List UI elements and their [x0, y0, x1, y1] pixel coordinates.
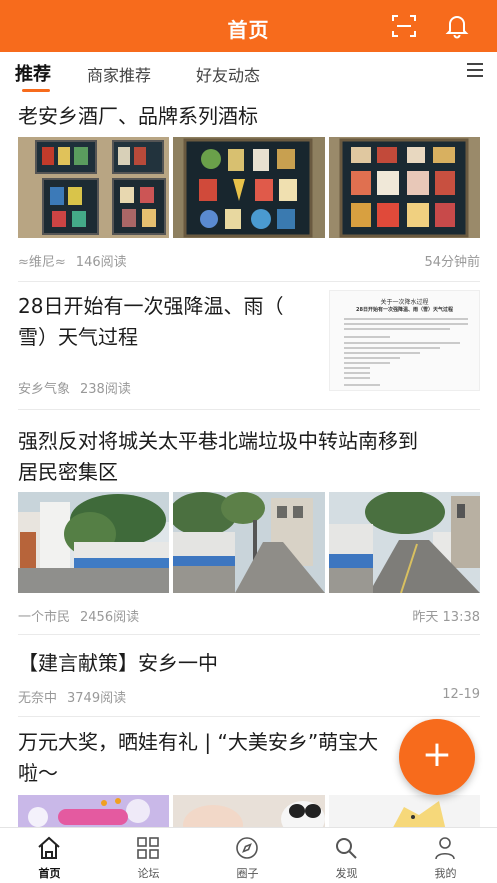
bottom-nav: 首页 论坛 圈子 发现 我的	[0, 827, 497, 883]
post-reads: 3749阅读	[67, 691, 127, 706]
nav-circle[interactable]: 圈子	[198, 828, 297, 883]
post-meta: ≈维尼≈ 146阅读	[18, 251, 127, 270]
post-meta: 无奈中 3749阅读	[18, 687, 126, 706]
post-title-line-1: 28日开始有一次强降温、雨（	[18, 294, 284, 318]
post-meta: 一个市民 2456阅读	[18, 606, 139, 625]
post-meta: 安乡气象 238阅读	[18, 378, 131, 397]
nav-label: 首页	[38, 867, 61, 880]
grid-icon	[137, 837, 159, 859]
nav-label: 发现	[335, 867, 358, 880]
home-icon	[38, 836, 60, 859]
feed-tabs: 推荐 商家推荐 好友动态	[0, 52, 497, 92]
scan-icon[interactable]	[391, 13, 417, 39]
doc-subheading: 28日开始有一次强降温、雨（雪）天气过程	[356, 307, 453, 313]
post-image: 关于一次降水过程 28日开始有一次强降温、雨（雪）天气过程	[329, 290, 480, 391]
search-icon	[336, 838, 357, 859]
post-image	[173, 795, 325, 827]
post-author: ≈维尼≈	[18, 255, 66, 270]
doc-heading: 关于一次降水过程	[380, 299, 429, 306]
post-time: 昨天 13:38	[412, 610, 480, 625]
top-header: 首页	[0, 0, 497, 52]
nav-forum[interactable]: 论坛	[99, 828, 198, 883]
feed-list: 老安乡酒厂、品牌系列酒标 ≈维尼≈ 146阅读 54分钟前 28日开始有一次强降…	[0, 92, 497, 827]
person-icon	[435, 837, 455, 860]
post-image	[173, 137, 325, 238]
post-image	[18, 137, 169, 238]
post-title: 【建言献策】安乡一中	[18, 651, 218, 675]
post-reads: 146阅读	[75, 255, 127, 270]
post-author: 一个市民	[18, 610, 71, 625]
post-time: 54分钟前	[424, 255, 480, 270]
tab-merchant[interactable]: 商家推荐	[87, 62, 151, 86]
post-reads: 238阅读	[80, 382, 131, 397]
post-title-line-2: 居民密集区	[18, 460, 118, 484]
plus-icon: +	[421, 734, 453, 775]
nav-label: 圈子	[236, 867, 259, 880]
post-image	[329, 492, 480, 593]
post-image	[329, 137, 480, 238]
nav-home[interactable]: 首页	[0, 828, 99, 883]
post-author: 无奈中	[18, 691, 58, 706]
nav-label: 论坛	[137, 867, 160, 880]
feed-card-4[interactable]: 【建言献策】安乡一中 无奈中 3749阅读 12-19	[18, 635, 480, 717]
tab-recommended[interactable]: 推荐	[15, 60, 51, 86]
nav-me[interactable]: 我的	[396, 828, 495, 883]
tab-friends[interactable]: 好友动态	[196, 62, 260, 86]
post-title-line-2: 啦～	[18, 761, 58, 785]
bell-icon[interactable]	[444, 13, 470, 39]
feed-card-3[interactable]: 强烈反对将城关太平巷北端垃圾中转站南移到 居民密集区 一个市民 2456阅读 昨…	[18, 410, 480, 635]
post-title-line-2: 雪）天气过程	[18, 325, 138, 349]
create-post-button[interactable]: +	[399, 719, 475, 795]
compass-icon	[236, 837, 258, 859]
nav-label: 我的	[434, 867, 457, 880]
post-image	[329, 795, 480, 827]
feed-card-2[interactable]: 28日开始有一次强降温、雨（ 雪）天气过程 关于一次降水过程 28日开始有一次强…	[18, 282, 480, 410]
nav-discover[interactable]: 发现	[297, 828, 396, 883]
post-reads: 2456阅读	[80, 610, 140, 625]
feed-card-1[interactable]: 老安乡酒厂、品牌系列酒标 ≈维尼≈ 146阅读 54分钟前	[18, 92, 480, 282]
menu-icon[interactable]	[466, 62, 484, 78]
post-image	[18, 492, 169, 593]
post-title: 老安乡酒厂、品牌系列酒标	[18, 104, 258, 128]
page-title: 首页	[227, 18, 270, 42]
post-title-line-1: 万元大奖，晒娃有礼 | “大美安乡”萌宝大	[18, 730, 379, 754]
post-title-line-1: 强烈反对将城关太平巷北端垃圾中转站南移到	[18, 429, 418, 453]
post-image	[173, 492, 325, 593]
post-author: 安乡气象	[18, 382, 71, 397]
post-image	[18, 795, 169, 827]
post-time: 12-19	[442, 687, 480, 702]
